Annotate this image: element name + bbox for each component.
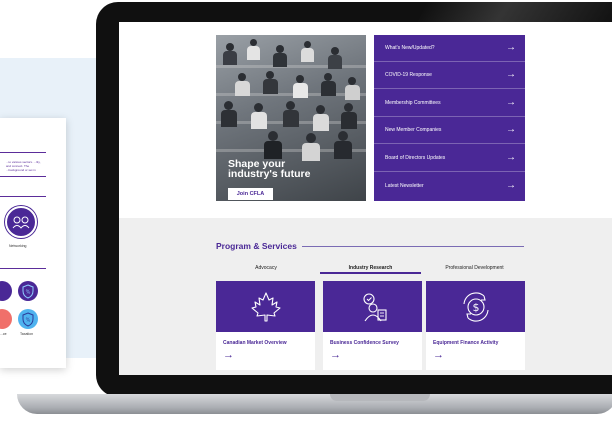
card-image bbox=[323, 281, 422, 332]
menu-item-label: Board of Directors Updates bbox=[385, 155, 446, 161]
menu-item-new-members[interactable]: New Member Companies → bbox=[374, 117, 525, 144]
brochure-rule bbox=[0, 176, 46, 177]
card-image: $ bbox=[426, 281, 525, 332]
section-title: Program & Services bbox=[216, 241, 297, 251]
menu-item-label: New Member Companies bbox=[385, 127, 442, 133]
dollar-cycle-icon: $ bbox=[462, 291, 489, 322]
card-canadian-market[interactable]: Canadian Market Overview → bbox=[216, 281, 315, 370]
svg-text:%: % bbox=[26, 290, 31, 296]
join-button[interactable]: Join CFLA bbox=[228, 188, 273, 200]
card-image bbox=[216, 281, 315, 332]
quick-links-menu: What's New/Updated? → COVID-19 Response … bbox=[374, 35, 525, 201]
active-tab-indicator bbox=[320, 272, 421, 274]
svg-text:%: % bbox=[26, 318, 31, 324]
partial-icon bbox=[0, 309, 12, 329]
taxation-icon: % bbox=[18, 309, 38, 329]
svg-text:$: $ bbox=[472, 301, 479, 314]
brochure-document: ...to various sectors. ...lity, and conn… bbox=[0, 118, 66, 368]
laptop-screen: Shape your industry's future Join CFLA W… bbox=[119, 22, 612, 375]
maple-leaf-icon bbox=[250, 291, 281, 322]
menu-item-label: COVID-19 Response bbox=[385, 72, 432, 78]
card-title: Equipment Finance Activity bbox=[433, 340, 499, 346]
hero-image: Shape your industry's future Join CFLA bbox=[216, 35, 366, 201]
card-business-confidence[interactable]: Business Confidence Survey → bbox=[323, 281, 422, 370]
arrow-right-icon: → bbox=[506, 69, 516, 80]
arrow-right-icon: → bbox=[506, 124, 516, 135]
card-equipment-finance[interactable]: $ Equipment Finance Activity → bbox=[426, 281, 525, 370]
menu-item-committees[interactable]: Membership Committees → bbox=[374, 90, 525, 117]
arrow-right-icon: → bbox=[506, 152, 516, 163]
menu-item-label: Membership Committees bbox=[385, 100, 441, 106]
arrow-right-icon: → bbox=[506, 97, 516, 108]
person-chat-icon bbox=[362, 292, 387, 321]
card-title: Business Confidence Survey bbox=[330, 340, 399, 346]
menu-item-covid[interactable]: COVID-19 Response → bbox=[374, 62, 525, 89]
laptop-notch bbox=[330, 394, 430, 401]
arrow-right-icon: → bbox=[506, 179, 516, 191]
arrow-right-icon: → bbox=[433, 349, 444, 361]
arrow-right-icon: → bbox=[223, 349, 234, 361]
networking-label: Networking bbox=[9, 244, 27, 248]
taxation-label: Taxation bbox=[20, 332, 34, 336]
section-rule bbox=[302, 246, 524, 247]
partial-icon bbox=[0, 281, 12, 301]
menu-item-whats-new[interactable]: What's New/Updated? → bbox=[374, 35, 525, 62]
hero-headline: Shape your industry's future bbox=[228, 159, 311, 180]
tab-advocacy[interactable]: Advocacy bbox=[216, 263, 316, 273]
shield-icon: % bbox=[18, 281, 38, 301]
card-title: Canadian Market Overview bbox=[223, 340, 287, 346]
brochure-rule bbox=[0, 196, 46, 197]
networking-icon bbox=[5, 206, 37, 238]
tab-professional-development[interactable]: Professional Development bbox=[424, 263, 525, 273]
brochure-intro-text: ...to various sectors. ...lity, and conn… bbox=[6, 160, 41, 172]
brochure-rule bbox=[0, 152, 46, 153]
menu-item-newsletter[interactable]: Latest Newsletter → bbox=[374, 172, 525, 199]
menu-item-board-updates[interactable]: Board of Directors Updates → bbox=[374, 145, 525, 172]
arrow-right-icon: → bbox=[330, 349, 341, 361]
hero-headline-line2: industry's future bbox=[228, 168, 311, 180]
laptop-base bbox=[17, 394, 612, 414]
partial-label: ...ce bbox=[0, 332, 7, 336]
brochure-rule bbox=[0, 268, 46, 269]
arrow-right-icon: → bbox=[506, 42, 516, 53]
menu-item-label: What's New/Updated? bbox=[385, 45, 435, 51]
menu-item-label: Latest Newsletter bbox=[385, 182, 424, 189]
